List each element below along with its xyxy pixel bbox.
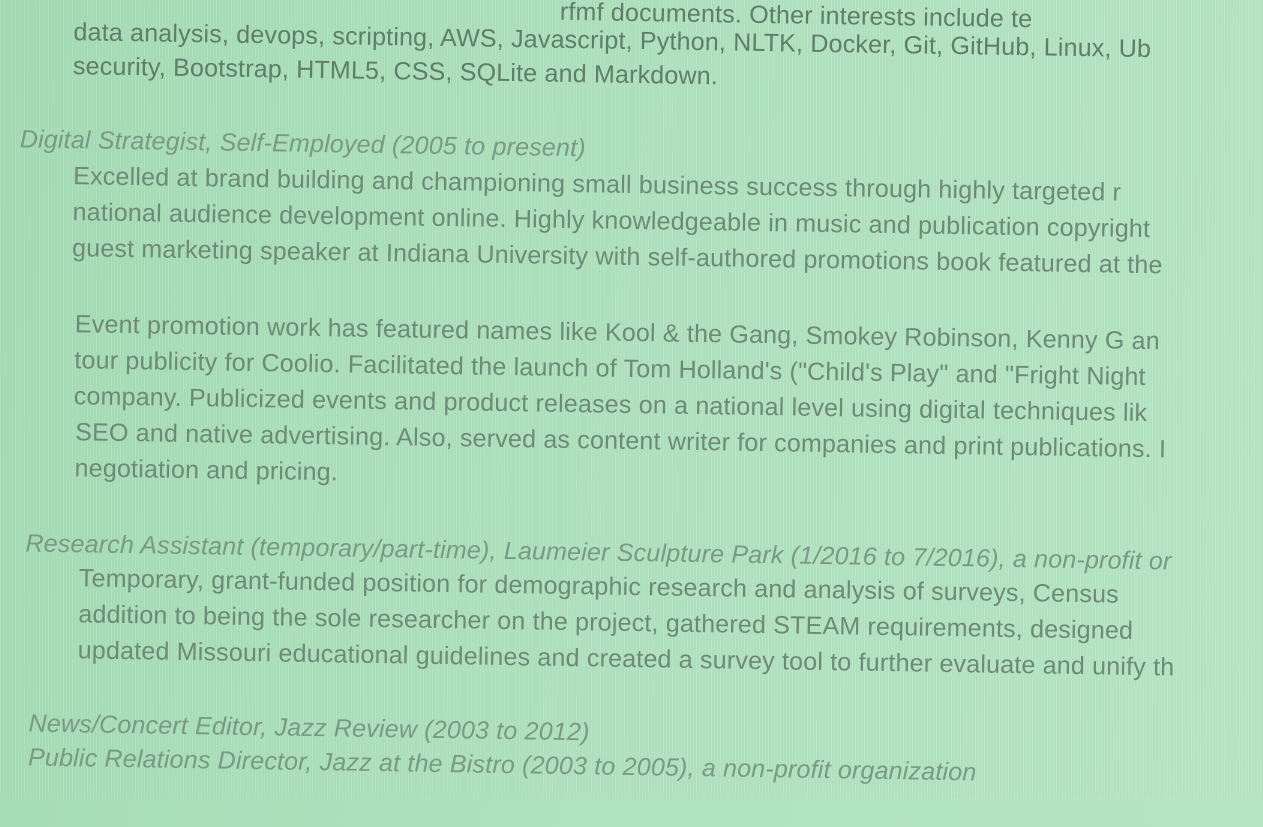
resume-document: rfmf documents. Other interests include … [0, 0, 1263, 818]
